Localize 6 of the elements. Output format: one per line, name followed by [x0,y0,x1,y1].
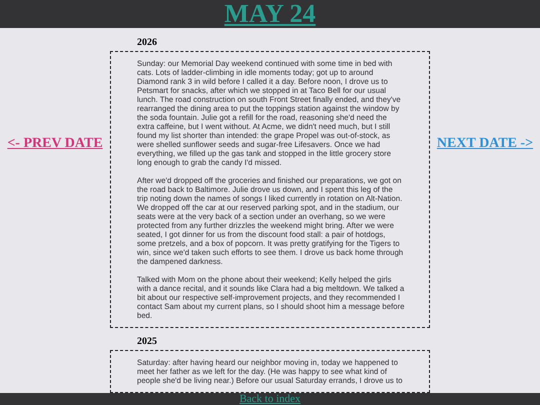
back-to-index-link[interactable]: Back to index [239,393,301,405]
prev-date-link[interactable]: <- PREV DATE [7,136,103,151]
entry-year: 2026 [137,37,157,49]
entry-year: 2025 [137,336,157,348]
next-date-link[interactable]: NEXT DATE -> [436,136,534,151]
page-title[interactable]: MAY 24 [224,0,316,28]
